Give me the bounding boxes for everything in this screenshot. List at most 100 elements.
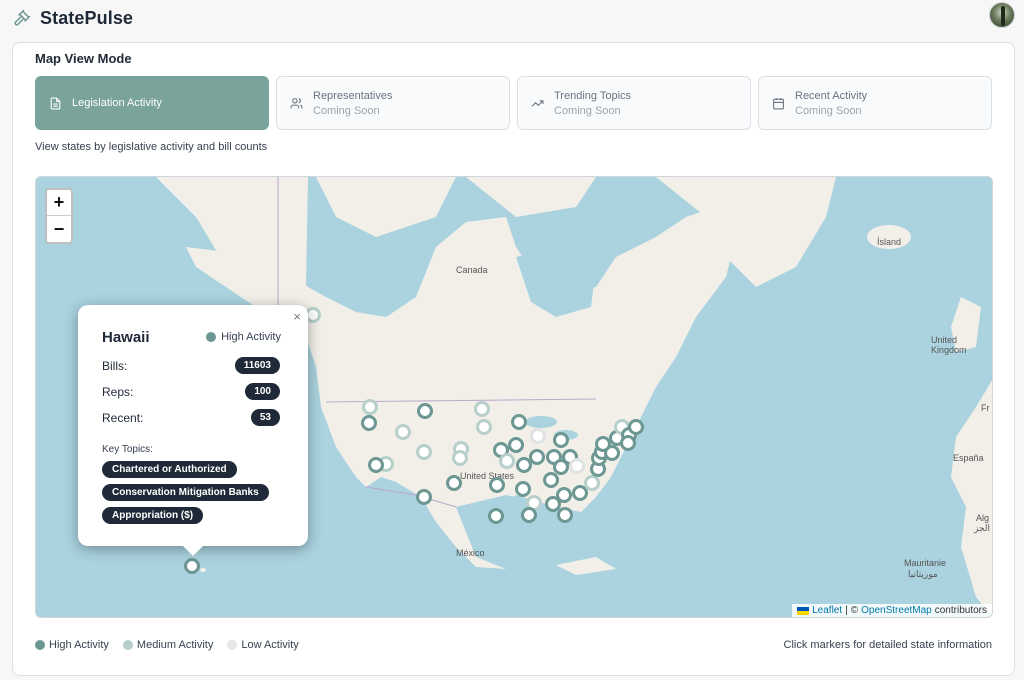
state-marker[interactable] bbox=[362, 399, 378, 415]
bills-label: Bills: bbox=[102, 358, 128, 373]
state-marker[interactable] bbox=[553, 432, 569, 448]
state-marker[interactable] bbox=[620, 435, 636, 451]
map-label-alg: Alg bbox=[976, 513, 990, 523]
state-marker[interactable] bbox=[416, 489, 432, 505]
map-label-mexico: México bbox=[456, 548, 485, 558]
state-marker[interactable] bbox=[530, 428, 546, 444]
state-marker[interactable] bbox=[521, 507, 537, 523]
leaflet-link[interactable]: Leaflet bbox=[812, 605, 842, 616]
reps-label: Reps: bbox=[102, 384, 134, 399]
section-title: Map View Mode bbox=[35, 51, 132, 66]
mode-label: Trending Topics bbox=[554, 89, 632, 102]
state-marker[interactable] bbox=[557, 507, 573, 523]
copyright-symbol: © bbox=[850, 605, 859, 616]
state-marker-hawaii[interactable] bbox=[184, 558, 200, 574]
state-marker[interactable] bbox=[489, 477, 505, 493]
topic-badge: Appropriation ($) bbox=[102, 507, 204, 524]
zoom-in-button[interactable]: + bbox=[47, 190, 71, 216]
document-icon bbox=[48, 96, 62, 110]
map-label-mauritanie-ar: موريتانيا bbox=[908, 569, 938, 579]
calendar-icon bbox=[771, 96, 785, 110]
state-marker[interactable] bbox=[529, 449, 545, 465]
topic-badge: Chartered or Authorized bbox=[102, 461, 237, 478]
mode-legislation-activity[interactable]: Legislation Activity bbox=[35, 76, 269, 130]
activity-dot bbox=[206, 332, 217, 342]
topic-badge: Conservation Mitigation Banks bbox=[102, 484, 269, 501]
map-label-alg-ar: الجز bbox=[974, 523, 991, 533]
legend-dot-low bbox=[227, 640, 238, 650]
attribution-separator: | bbox=[845, 605, 848, 616]
popup-activity-level: High Activity bbox=[206, 331, 281, 343]
recent-label: Recent: bbox=[102, 410, 144, 425]
mode-label: Representatives bbox=[313, 89, 393, 102]
users-icon bbox=[289, 96, 303, 110]
app-name: StatePulse bbox=[40, 7, 134, 28]
state-marker[interactable] bbox=[476, 419, 492, 435]
key-topics-label: Key Topics: bbox=[102, 444, 153, 455]
bills-count: 11603 bbox=[234, 357, 280, 374]
map-label-spain: España bbox=[953, 453, 984, 463]
mode-label: Recent Activity bbox=[795, 89, 868, 102]
mode-status: Coming Soon bbox=[313, 104, 380, 117]
map-hint: Click markers for detailed state informa… bbox=[783, 639, 992, 651]
gavel-icon bbox=[12, 8, 32, 28]
reps-row: Reps: 100 bbox=[102, 383, 280, 400]
mode-representatives[interactable]: Representatives Coming Soon bbox=[276, 76, 510, 130]
reps-count: 100 bbox=[245, 383, 280, 400]
mode-label: Legislation Activity bbox=[72, 97, 162, 109]
state-marker[interactable] bbox=[511, 414, 527, 430]
close-icon[interactable]: × bbox=[293, 309, 301, 324]
legend-dot-high bbox=[35, 640, 45, 650]
legend-high-label: High Activity bbox=[49, 639, 109, 651]
legend-low: Low Activity bbox=[227, 639, 299, 651]
state-marker[interactable] bbox=[446, 475, 462, 491]
recent-row: Recent: 53 bbox=[102, 409, 280, 426]
popup-state-name: Hawaii bbox=[102, 329, 150, 346]
legend-medium: Medium Activity bbox=[122, 639, 214, 651]
osm-link[interactable]: OpenStreetMap bbox=[861, 605, 932, 616]
attribution-contributors: contributors bbox=[934, 605, 987, 616]
state-popup: × Hawaii High Activity Bills: 11603 Reps… bbox=[78, 305, 308, 556]
top-bar: StatePulse bbox=[0, 0, 1024, 36]
state-marker[interactable] bbox=[584, 475, 600, 491]
user-avatar[interactable] bbox=[989, 2, 1015, 28]
activity-legend: High Activity Medium Activity Low Activi… bbox=[35, 639, 299, 651]
zoom-control: + − bbox=[45, 188, 73, 244]
map-label-usa: United States bbox=[460, 471, 515, 481]
state-marker[interactable] bbox=[474, 401, 490, 417]
state-marker[interactable] bbox=[361, 415, 377, 431]
map-label-canada: Canada bbox=[456, 265, 488, 275]
state-marker[interactable] bbox=[368, 457, 384, 473]
state-marker[interactable] bbox=[499, 453, 515, 469]
brand[interactable]: StatePulse bbox=[12, 8, 133, 29]
ukraine-flag-icon bbox=[797, 606, 810, 615]
popup-tip bbox=[183, 546, 203, 556]
state-marker[interactable] bbox=[395, 424, 411, 440]
map-card: Map View Mode Legislation Activity Repre… bbox=[12, 42, 1015, 676]
state-marker[interactable] bbox=[452, 450, 468, 466]
bills-row: Bills: 11603 bbox=[102, 357, 280, 374]
map-container[interactable]: + − Canada United States México Ísland U… bbox=[35, 176, 993, 618]
mode-recent-activity[interactable]: Recent Activity Coming Soon bbox=[758, 76, 992, 130]
mode-status: Coming Soon bbox=[795, 104, 862, 117]
state-marker[interactable] bbox=[569, 458, 585, 474]
mode-trending-topics[interactable]: Trending Topics Coming Soon bbox=[517, 76, 751, 130]
map-label-fr: Fr bbox=[981, 403, 990, 413]
state-marker[interactable] bbox=[416, 444, 432, 460]
map-label-mauritanie: Mauritanie bbox=[904, 558, 947, 568]
map-label-uk: United Kingdom bbox=[931, 335, 967, 355]
state-marker[interactable] bbox=[488, 508, 504, 524]
map-attribution: Leaflet | © OpenStreetMap contributors bbox=[792, 604, 992, 617]
legend-medium-label: Medium Activity bbox=[136, 639, 214, 651]
state-marker[interactable] bbox=[543, 472, 559, 488]
state-marker[interactable] bbox=[628, 419, 644, 435]
trending-up-icon bbox=[530, 96, 544, 110]
legend-low-label: Low Activity bbox=[241, 639, 299, 651]
legend-high: High Activity bbox=[35, 639, 109, 651]
state-marker[interactable] bbox=[556, 487, 572, 503]
zoom-out-button[interactable]: − bbox=[47, 216, 71, 242]
state-marker[interactable] bbox=[515, 481, 531, 497]
state-marker[interactable] bbox=[508, 437, 524, 453]
state-marker[interactable] bbox=[417, 403, 433, 419]
mode-description: View states by legislative activity and … bbox=[35, 141, 268, 153]
